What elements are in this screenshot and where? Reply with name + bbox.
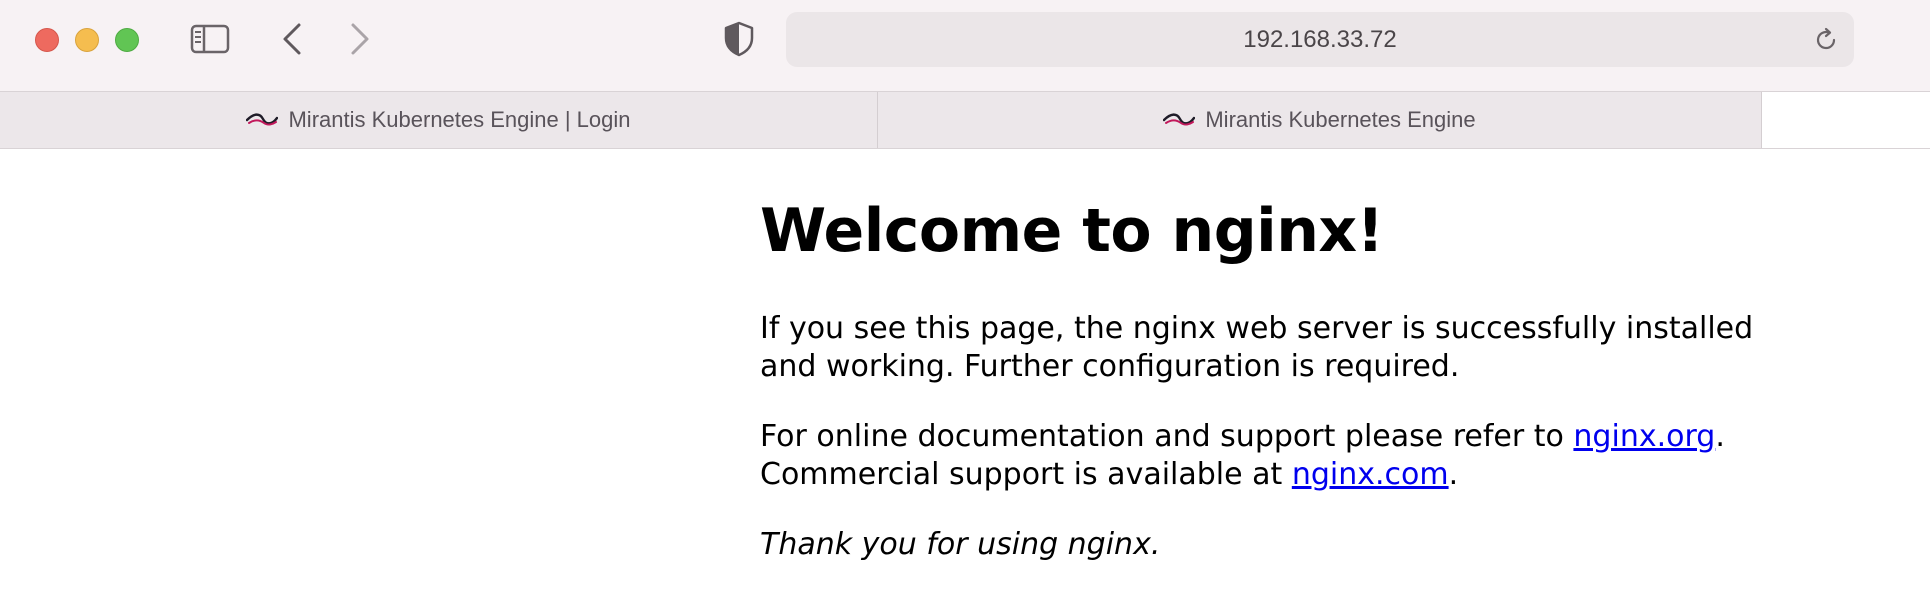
close-window-button[interactable] bbox=[35, 28, 59, 52]
chevron-right-icon bbox=[351, 23, 369, 55]
tab-bar: Mirantis Kubernetes Engine | Login Miran… bbox=[0, 92, 1930, 149]
tab-mke[interactable]: Mirantis Kubernetes Engine bbox=[878, 92, 1762, 148]
page-content: Welcome to nginx! If you see this page, … bbox=[760, 150, 1760, 564]
minimize-window-button[interactable] bbox=[75, 28, 99, 52]
nginx-com-link[interactable]: nginx.com bbox=[1292, 457, 1449, 492]
punctuation: . bbox=[1715, 419, 1725, 454]
browser-toolbar: 192.168.33.72 bbox=[0, 0, 1930, 92]
url-text: 192.168.33.72 bbox=[1243, 26, 1397, 53]
page-title: Welcome to nginx! bbox=[760, 196, 1384, 266]
address-bar[interactable]: 192.168.33.72 bbox=[786, 12, 1854, 67]
forward-button[interactable] bbox=[344, 20, 376, 58]
back-button[interactable] bbox=[276, 20, 308, 58]
tab-title: Mirantis Kubernetes Engine bbox=[1205, 107, 1476, 132]
privacy-report-button[interactable] bbox=[722, 20, 756, 58]
mirantis-favicon-icon bbox=[246, 113, 279, 126]
chevron-left-icon bbox=[283, 23, 301, 55]
zoom-window-button[interactable] bbox=[115, 28, 139, 52]
reload-icon[interactable] bbox=[1812, 26, 1840, 54]
tab-mke-login[interactable]: Mirantis Kubernetes Engine | Login bbox=[0, 92, 878, 148]
commercial-text: Commercial support is available at bbox=[760, 457, 1292, 492]
thanks-paragraph: Thank you for using nginx. bbox=[760, 527, 1161, 562]
punctuation: . bbox=[1448, 457, 1459, 492]
tab-title: Mirantis Kubernetes Engine | Login bbox=[288, 107, 631, 132]
shield-icon bbox=[724, 21, 754, 57]
support-text: For online documentation and support ple… bbox=[760, 419, 1574, 454]
sidebar-icon bbox=[190, 24, 230, 54]
mirantis-favicon-icon bbox=[1163, 113, 1196, 126]
nginx-org-link[interactable]: nginx.org bbox=[1573, 419, 1715, 454]
intro-paragraph: If you see this page, the nginx web serv… bbox=[760, 311, 1754, 384]
sidebar-toggle-button[interactable] bbox=[190, 22, 230, 56]
browser-window: 192.168.33.72 Mirantis Kubernetes Engine… bbox=[0, 0, 1930, 606]
support-paragraph: For online documentation and support ple… bbox=[760, 418, 1760, 494]
